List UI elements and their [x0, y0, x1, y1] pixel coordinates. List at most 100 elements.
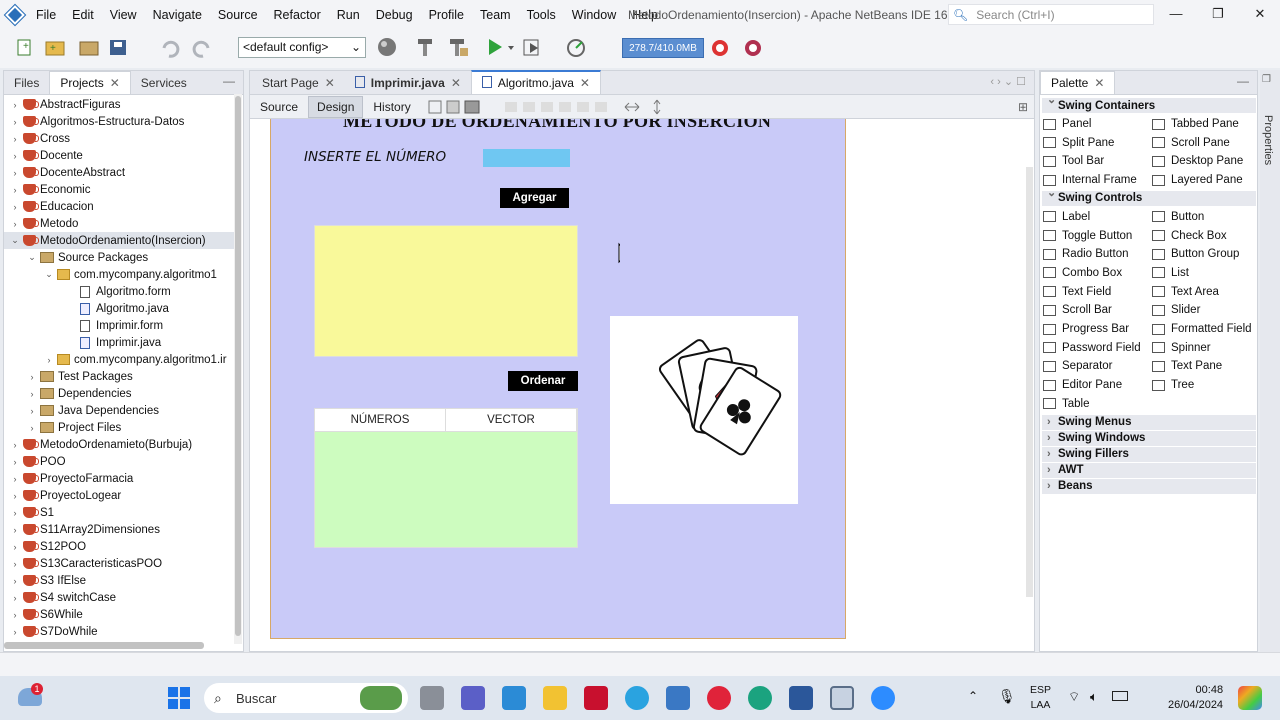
- palette-category[interactable]: Beans: [1042, 478, 1256, 494]
- copilot-icon[interactable]: [1238, 686, 1262, 710]
- palette-item[interactable]: Button Group: [1152, 245, 1239, 263]
- palette-category[interactable]: AWT: [1042, 462, 1256, 478]
- tree-item[interactable]: › Test Packages: [4, 368, 236, 385]
- restore-window-icon[interactable]: ❐: [1262, 74, 1271, 85]
- open-project-icon[interactable]: [79, 41, 99, 56]
- chevron-right-icon[interactable]: ›: [10, 185, 20, 195]
- chevron-down-icon[interactable]: ⌄: [44, 269, 54, 280]
- chevron-right-icon[interactable]: ›: [10, 100, 20, 110]
- zoom-icon[interactable]: [871, 686, 895, 710]
- palette-item[interactable]: Toggle Button: [1043, 227, 1132, 245]
- memory-indicator[interactable]: 278.7/410.0MB: [622, 38, 704, 58]
- menu-item-tools[interactable]: Tools: [519, 8, 564, 22]
- globe-icon[interactable]: [378, 38, 396, 56]
- minimize-button[interactable]: —: [1166, 6, 1186, 21]
- tab-algoritmo-java[interactable]: Algoritmo.java ✕: [470, 70, 601, 94]
- project-tree-item[interactable]: ⌄ MetodoOrdenamiento(Insercion): [4, 232, 236, 249]
- project-tree-item[interactable]: › POO: [4, 453, 236, 470]
- palette-item[interactable]: Button: [1152, 208, 1204, 226]
- palette-item[interactable]: Text Area: [1152, 283, 1219, 301]
- center-horizontal-icon[interactable]: [540, 101, 553, 112]
- chevron-right-icon[interactable]: ›: [10, 151, 20, 161]
- close-icon[interactable]: ✕: [110, 76, 120, 90]
- tab-files[interactable]: Files: [4, 72, 49, 94]
- profile-icon[interactable]: [567, 39, 585, 57]
- chevron-right-icon[interactable]: ›: [10, 134, 20, 144]
- project-tree-item[interactable]: › Metodo: [4, 215, 236, 232]
- menu-item-view[interactable]: View: [102, 8, 145, 22]
- palette-item[interactable]: Internal Frame: [1043, 171, 1137, 189]
- run-dropdown-icon[interactable]: [508, 46, 514, 50]
- center-vertical-icon[interactable]: [594, 101, 607, 112]
- project-tree-item[interactable]: › S13CaracteristicasPOO: [4, 555, 236, 572]
- run-icon[interactable]: [489, 39, 502, 55]
- palette-item[interactable]: List: [1152, 264, 1189, 282]
- align-top-icon[interactable]: [558, 101, 571, 112]
- chevron-down-icon[interactable]: ⌄: [27, 252, 37, 263]
- chevron-right-icon[interactable]: ›: [10, 491, 20, 501]
- tree-item[interactable]: Imprimir.form: [4, 317, 236, 334]
- chevron-right-icon[interactable]: ›: [10, 457, 20, 467]
- close-icon[interactable]: ✕: [325, 76, 335, 90]
- expand-design-icon[interactable]: ⊞: [1018, 100, 1028, 114]
- editor-scrollbar[interactable]: [1026, 167, 1033, 597]
- chevron-right-icon[interactable]: ›: [10, 593, 20, 603]
- netbeans-taskbar-icon[interactable]: [830, 686, 854, 710]
- palette-item[interactable]: Text Pane: [1152, 357, 1222, 375]
- number-text-field[interactable]: [483, 149, 570, 167]
- tree-item[interactable]: ⌄ Source Packages: [4, 249, 236, 266]
- chevron-right-icon[interactable]: ›: [44, 355, 54, 365]
- tab-palette[interactable]: Palette ✕: [1040, 71, 1116, 94]
- tree-item[interactable]: Algoritmo.java: [4, 300, 236, 317]
- chevron-right-icon[interactable]: ›: [27, 389, 37, 399]
- mcafee-icon[interactable]: [584, 686, 608, 710]
- menu-item-navigate[interactable]: Navigate: [145, 8, 210, 22]
- align-bottom-icon[interactable]: [576, 101, 589, 112]
- tab-source[interactable]: Source: [252, 97, 306, 117]
- projects-scrollbar-thumb[interactable]: [235, 96, 241, 636]
- show-hidden-icons-icon[interactable]: ⌃: [968, 689, 978, 703]
- preview-design-icon[interactable]: [464, 100, 480, 113]
- chevron-right-icon[interactable]: ›: [10, 542, 20, 552]
- search-input[interactable]: 🔍︎ Search (Ctrl+I): [948, 4, 1154, 25]
- opera-icon[interactable]: [707, 686, 731, 710]
- table-header-numeros[interactable]: NÚMEROS: [315, 409, 446, 431]
- project-tree-item[interactable]: › ProyectoLogear: [4, 487, 236, 504]
- store-icon[interactable]: [502, 686, 526, 710]
- wifi-icon[interactable]: ⌔: [1068, 689, 1080, 705]
- word-icon[interactable]: [789, 686, 813, 710]
- chevron-right-icon[interactable]: ›: [10, 576, 20, 586]
- language-indicator[interactable]: ESP LAA: [1030, 683, 1051, 713]
- task-view-icon[interactable]: [420, 686, 444, 710]
- palette-item[interactable]: Scroll Bar: [1043, 301, 1112, 319]
- edge-icon[interactable]: [748, 686, 772, 710]
- undo-icon[interactable]: [162, 40, 180, 58]
- mobile-app-icon[interactable]: [666, 686, 690, 710]
- redo-icon[interactable]: [192, 40, 210, 58]
- project-tree-item[interactable]: › S6While: [4, 606, 236, 623]
- chevron-right-icon[interactable]: ›: [10, 219, 20, 229]
- file-explorer-icon[interactable]: [543, 686, 567, 710]
- project-tree-item[interactable]: › S7DoWhile: [4, 623, 236, 640]
- tab-services[interactable]: Services: [131, 72, 197, 94]
- palette-item[interactable]: Split Pane: [1043, 134, 1114, 152]
- connection-mode-icon[interactable]: [446, 100, 460, 113]
- battery-icon[interactable]: [1112, 691, 1128, 701]
- tree-item[interactable]: › Dependencies: [4, 385, 236, 402]
- chevron-down-icon[interactable]: ⌄: [10, 235, 20, 246]
- align-left-icon[interactable]: [504, 101, 517, 112]
- tree-item[interactable]: Algoritmo.form: [4, 283, 236, 300]
- chevron-right-icon[interactable]: ›: [10, 117, 20, 127]
- garbage-collect-icon[interactable]: [712, 40, 728, 56]
- close-window-button[interactable]: ✕: [1250, 6, 1270, 22]
- projects-hscrollbar-thumb[interactable]: [4, 642, 204, 649]
- project-tree-item[interactable]: › S12POO: [4, 538, 236, 555]
- clean-build-icon[interactable]: [450, 39, 468, 56]
- tree-item[interactable]: ⌄ com.mycompany.algoritmo1: [4, 266, 236, 283]
- menu-item-profile[interactable]: Profile: [421, 8, 472, 22]
- palette-item[interactable]: Layered Pane: [1152, 171, 1243, 189]
- palette-item[interactable]: Editor Pane: [1043, 376, 1122, 394]
- menu-item-run[interactable]: Run: [329, 8, 368, 22]
- tree-item[interactable]: › Project Files: [4, 419, 236, 436]
- project-tree-item[interactable]: › Educacion: [4, 198, 236, 215]
